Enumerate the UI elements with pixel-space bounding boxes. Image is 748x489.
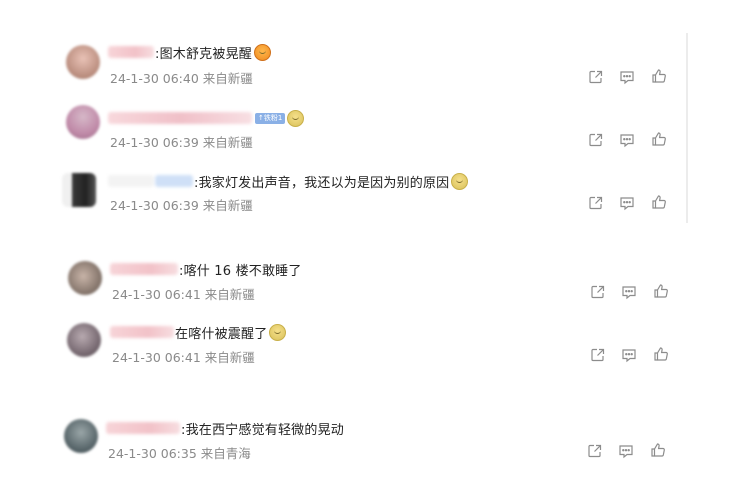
comment-icon[interactable] — [618, 443, 634, 459]
like-icon[interactable] — [651, 131, 667, 147]
scrollbar[interactable] — [686, 33, 688, 223]
fan-badge[interactable]: ↑铁粉1 — [255, 112, 286, 124]
like-icon[interactable] — [651, 68, 667, 84]
emoji-icon — [451, 172, 469, 190]
comment-time: 24-1-30 06:41 — [112, 287, 201, 302]
avatar[interactable] — [68, 261, 102, 295]
comment-source: 来自青海 — [200, 446, 251, 461]
comment-source: 来自新疆 — [204, 350, 255, 365]
share-icon[interactable] — [587, 443, 603, 459]
avatar[interactable] — [67, 323, 101, 357]
share-icon[interactable] — [588, 195, 604, 211]
username-blurred[interactable] — [110, 263, 178, 275]
comment-source: 来自新疆 — [202, 198, 253, 213]
comment-time: 24-1-30 06:40 — [110, 71, 199, 86]
username-blurred[interactable] — [106, 422, 180, 434]
comment-time: 24-1-30 06:39 — [110, 135, 199, 150]
comment-icon[interactable] — [619, 132, 635, 148]
comment-item: :我在西宁感觉有轻微的晃动 24-1-30 06:35 来自青海 — [0, 0, 700, 461]
comment-icon[interactable] — [621, 284, 637, 300]
like-icon[interactable] — [651, 194, 667, 210]
avatar[interactable] — [62, 173, 96, 207]
like-icon[interactable] — [653, 346, 669, 362]
comment-icon[interactable] — [619, 69, 635, 85]
username-blurred[interactable] — [108, 175, 154, 187]
comment-text: :我家灯发出声音，我还以为是因为别的原因 — [194, 175, 450, 191]
share-icon[interactable] — [588, 69, 604, 85]
share-icon[interactable] — [590, 284, 606, 300]
comment-icon[interactable] — [621, 347, 637, 363]
comment-source: 来自新疆 — [202, 71, 253, 86]
comment-time: 24-1-30 06:39 — [110, 198, 199, 213]
comment-icon[interactable] — [619, 195, 635, 211]
like-icon[interactable] — [650, 442, 666, 458]
emoji-icon — [269, 323, 287, 341]
avatar[interactable] — [64, 419, 98, 453]
like-icon[interactable] — [653, 283, 669, 299]
username-blurred[interactable] — [155, 175, 193, 187]
emoji-icon — [287, 109, 305, 127]
comment-source: 来自新疆 — [204, 287, 255, 302]
comment-text: :我在西宁感觉有轻微的晃动 — [181, 422, 344, 438]
share-icon[interactable] — [588, 132, 604, 148]
comment-source: 来自新疆 — [202, 135, 253, 150]
comment-time: 24-1-30 06:35 — [108, 446, 197, 461]
username-blurred[interactable] — [108, 112, 252, 124]
comment-text: :喀什 16 楼不敢睡了 — [179, 263, 302, 279]
comment-text: 在喀什被震醒了 — [175, 326, 268, 342]
username-blurred[interactable] — [110, 326, 174, 338]
share-icon[interactable] — [590, 347, 606, 363]
comment-time: 24-1-30 06:41 — [112, 350, 201, 365]
avatar[interactable] — [66, 105, 100, 139]
